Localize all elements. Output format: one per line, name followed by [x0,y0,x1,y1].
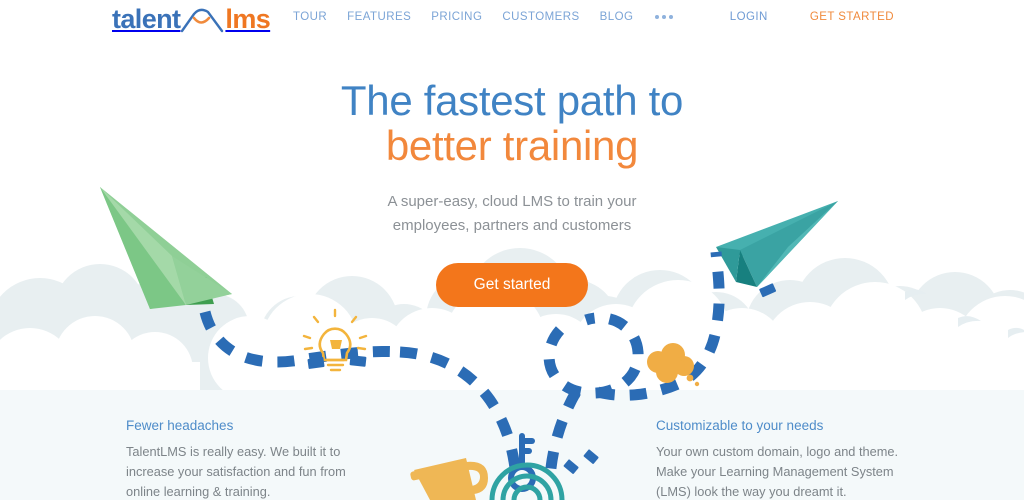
site-logo[interactable]: talent lms [112,2,271,36]
hero-subtitle-line1: A super-easy, cloud LMS to train your [387,193,637,210]
features-section: Fewer headaches TalentLMS is really easy… [0,390,1024,500]
nav-item-blog[interactable]: BLOG [600,11,634,23]
logo-text-lms: lms [225,3,271,34]
logo-text-talent: talent [112,3,181,34]
nav-item-tour[interactable]: TOUR [293,11,327,23]
feature-body-line: TalentLMS is really easy. We built it to [126,444,341,459]
get-started-button[interactable]: Get started [435,263,589,307]
feature-block-customizable: Customizable to your needs Your own cust… [656,418,946,500]
more-dot [669,15,674,19]
feature-body: Your own custom domain, logo and theme. … [656,442,946,500]
feature-body-line: (LMS) look the way you dreamt it. [656,484,847,499]
feature-body: TalentLMS is really easy. We built it to… [126,442,416,500]
get-started-link[interactable]: GET STARTED [810,11,894,23]
hero-headline-line2: better training [385,122,639,169]
site-header: talent lms TOUR FEATURES PRICING CUSTOME… [0,0,1024,42]
nav-item-features[interactable]: FEATURES [347,11,411,23]
hero-subtitle-line2: employees, partners and customers [392,217,632,234]
main-navigation: TOUR FEATURES PRICING CUSTOMERS BLOG [293,11,675,23]
nav-item-customers[interactable]: CUSTOMERS [502,11,579,23]
login-link[interactable]: LOGIN [730,11,768,23]
more-menu-icon[interactable] [653,15,675,19]
landing-page: talent lms TOUR FEATURES PRICING CUSTOME… [0,0,1024,500]
feature-block-fewer-headaches: Fewer headaches TalentLMS is really easy… [126,418,416,500]
feature-title: Customizable to your needs [656,418,824,433]
feature-body-line: Make your Learning Management System [656,464,894,479]
feature-body-line: online learning & training. [126,484,271,499]
feature-body-line: increase your satisfaction and fun from [126,464,346,479]
hero-section: The fastest path to better training A su… [0,78,1024,307]
hero-cta-wrap: Get started [0,263,1024,307]
feature-title: Fewer headaches [126,418,234,433]
nav-item-pricing[interactable]: PRICING [431,11,482,23]
hero-subtitle: A super-easy, cloud LMS to train your em… [0,190,1024,238]
cloud-smile-icon [181,8,224,33]
hero-headline-line1: The fastest path to [340,77,684,124]
more-dot [662,15,667,19]
feature-body-line: Your own custom domain, logo and theme. [656,444,899,459]
more-dot [655,15,660,19]
header-actions: LOGIN GET STARTED [730,11,894,23]
